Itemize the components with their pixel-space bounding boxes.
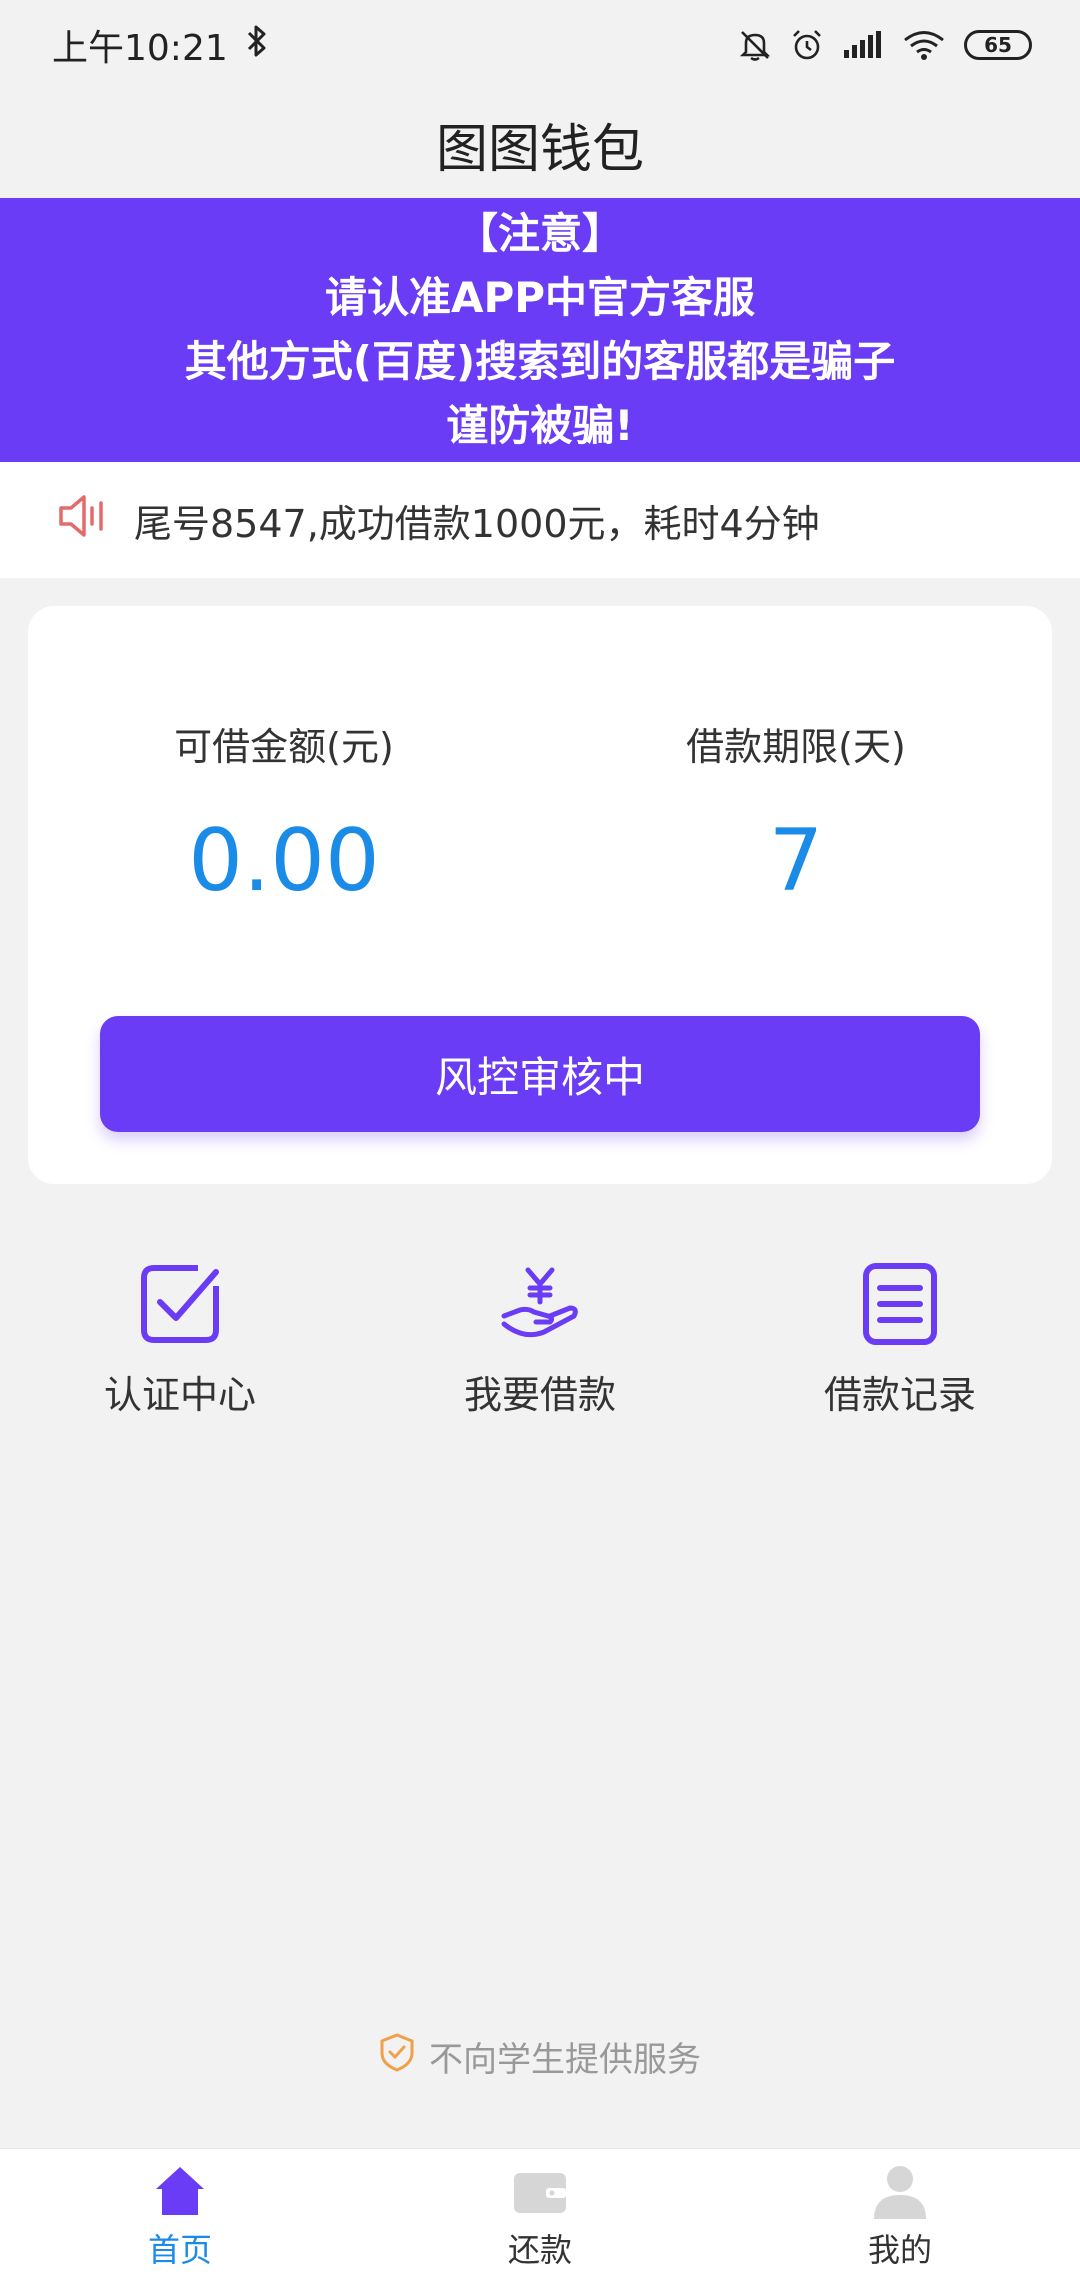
risk-review-button[interactable]: 风控审核中 — [100, 1016, 980, 1132]
term-value: 7 — [768, 811, 824, 911]
nav-home[interactable]: 首页 — [80, 2163, 280, 2271]
yen-hand-icon — [420, 1262, 660, 1346]
page-title: 图图钱包 — [435, 119, 644, 180]
notice-line-2: 请认准APP中官方客服 — [324, 273, 756, 322]
user-icon — [800, 2163, 1000, 2219]
checkbox-icon — [60, 1262, 300, 1346]
home-icon — [80, 2163, 280, 2219]
action-label: 认证中心 — [103, 1373, 256, 1417]
status-time: 上午10:21 — [52, 28, 228, 69]
bottom-nav: 首页 还款 我的 — [0, 2148, 1080, 2280]
notice-line-1: 【注意】 — [455, 209, 624, 258]
notice-line-4: 谨防被骗! — [446, 401, 634, 450]
term-label: 借款期限(天) — [686, 725, 906, 769]
action-label: 借款记录 — [823, 1373, 976, 1417]
signal-icon — [842, 30, 884, 60]
action-label: 我要借款 — [463, 1373, 616, 1417]
list-document-icon — [780, 1262, 1020, 1346]
nav-label-repay: 还款 — [507, 2231, 572, 2269]
action-verification-center[interactable]: 认证中心 — [60, 1262, 300, 1419]
wallet-icon — [440, 2163, 640, 2219]
notice-banner: 【注意】 请认准APP中官方客服 其他方式(百度)搜索到的客服都是骗子 谨防被骗… — [0, 198, 1080, 462]
footer-note: 不向学生提供服务 — [0, 2028, 1080, 2084]
nav-label-mine: 我的 — [867, 2231, 932, 2269]
nav-repay[interactable]: 还款 — [440, 2163, 640, 2271]
term-stat: 借款期限(天) 7 — [596, 716, 996, 911]
marquee-text: 尾号8547,成功借款1000元，耗时4分钟 — [134, 501, 820, 546]
notice-line-3: 其他方式(百度)搜索到的客服都是骗子 — [184, 337, 896, 386]
alarm-icon — [790, 28, 824, 62]
battery-icon: 65 — [964, 30, 1032, 60]
status-right: 65 — [738, 28, 1032, 62]
nav-label-home: 首页 — [147, 2231, 212, 2269]
bluetooth-icon — [246, 24, 268, 67]
shield-check-icon — [379, 2032, 415, 2081]
app-header: 图图钱包 — [0, 90, 1080, 198]
amount-label: 可借金额(元) — [174, 725, 394, 769]
loan-marquee: 尾号8547,成功借款1000元，耗时4分钟 — [0, 462, 1080, 578]
quick-actions: 认证中心 我要借款 借款记录 — [0, 1262, 1080, 1442]
speaker-icon — [58, 493, 134, 548]
nav-mine[interactable]: 我的 — [800, 2163, 1000, 2271]
amount-stat: 可借金额(元) 0.00 — [84, 716, 484, 911]
bell-off-icon — [738, 28, 772, 62]
amount-value: 0.00 — [188, 811, 380, 911]
action-loan-records[interactable]: 借款记录 — [780, 1262, 1020, 1419]
wifi-icon — [902, 29, 946, 61]
action-borrow[interactable]: 我要借款 — [420, 1262, 660, 1419]
footer-note-text: 不向学生提供服务 — [429, 2039, 701, 2080]
status-bar: 上午10:21 65 — [0, 0, 1080, 90]
loan-card: 可借金额(元) 0.00 借款期限(天) 7 风控审核中 — [28, 606, 1052, 1184]
status-left: 上午10:21 — [52, 19, 268, 71]
